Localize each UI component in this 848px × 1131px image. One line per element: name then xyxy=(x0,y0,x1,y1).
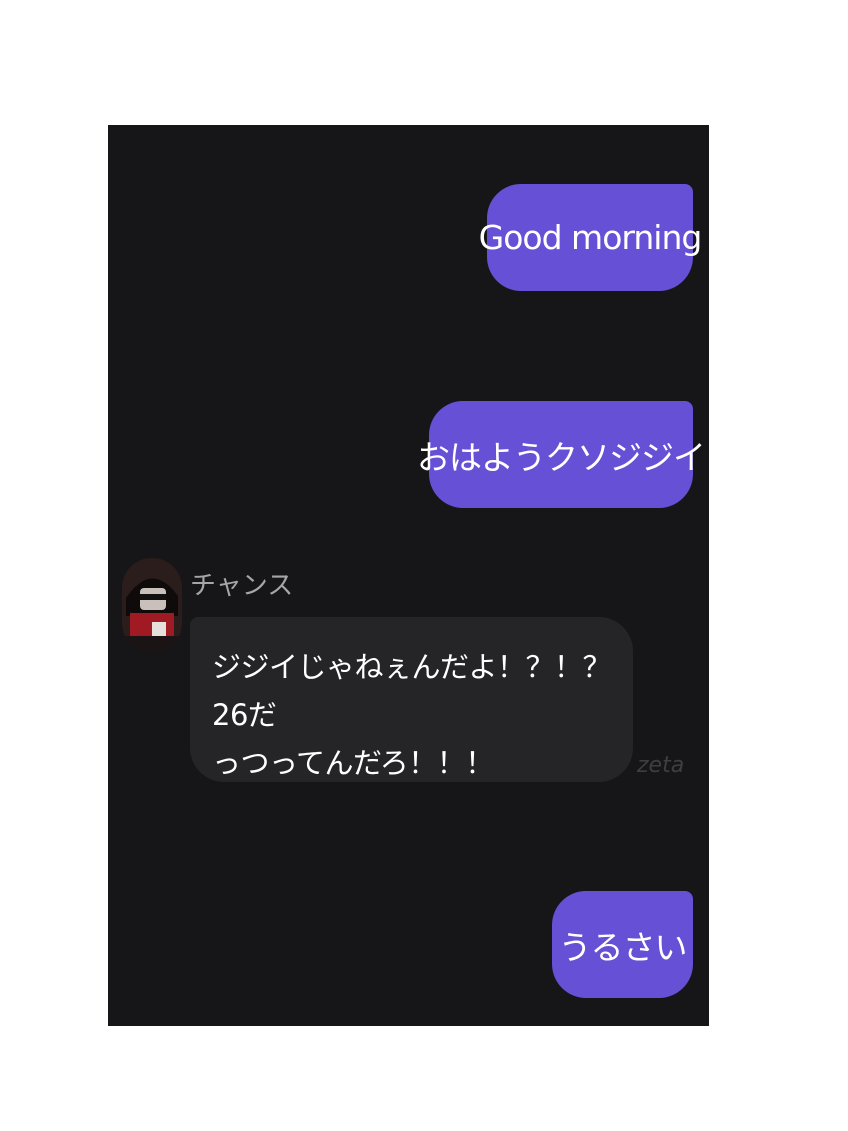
zeta-watermark: zeta xyxy=(637,753,685,778)
avatar[interactable] xyxy=(122,558,182,653)
message-text-line: ジジイじゃねぇんだよ！？！？26だ xyxy=(212,650,612,732)
message-text: おはようクソジジイ xyxy=(417,437,706,477)
avatar-image-icon xyxy=(122,558,182,653)
outgoing-message-bubble[interactable]: うるさい xyxy=(552,891,693,998)
outgoing-message-bubble[interactable]: Good morning xyxy=(479,184,702,291)
message-text: うるさい xyxy=(558,927,688,967)
chat-screen: Good morning おはようクソジジイ チャンス ジジイじゃねぇんだよ！？… xyxy=(108,125,709,1026)
message-text: Good morning xyxy=(478,218,703,257)
message-text-line: っつってんだろ！！！ xyxy=(212,746,494,780)
sender-name: チャンス xyxy=(190,571,294,601)
outgoing-message-bubble[interactable]: おはようクソジジイ xyxy=(417,401,706,508)
incoming-message-bubble[interactable]: ジジイじゃねぇんだよ！？！？26だ っつってんだろ！！！ xyxy=(190,617,633,782)
